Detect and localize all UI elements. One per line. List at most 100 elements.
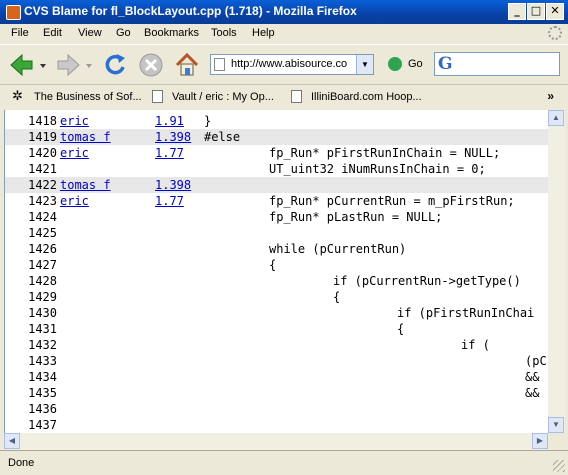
back-history-dropdown-icon[interactable] — [38, 51, 48, 79]
menu-file[interactable]: File — [11, 27, 29, 39]
back-button[interactable] — [8, 51, 36, 79]
bookmark-item-vault[interactable]: Vault / eric : My Op... — [172, 91, 274, 103]
scroll-right-icon[interactable]: ▶ — [532, 433, 548, 449]
search-field[interactable]: G — [434, 52, 560, 76]
source-code-line: if (pCurrentRun->getType() — [333, 274, 521, 288]
blame-row: 1428 if (pCurrentRun->getType() — [5, 273, 548, 289]
revision-link[interactable]: 1.398 — [155, 129, 191, 145]
source-code-line: fp_Run* pFirstRunInChain = NULL; — [269, 146, 501, 160]
line-number: 1424 — [28, 210, 57, 224]
go-label: Go — [408, 58, 423, 70]
line-number: 1420 — [28, 146, 57, 160]
google-search-engine-icon[interactable]: G — [438, 54, 453, 74]
line-number: 1418 — [28, 114, 57, 128]
resize-grip-icon[interactable] — [553, 460, 565, 472]
reload-button[interactable] — [101, 51, 129, 79]
home-button[interactable] — [173, 51, 201, 79]
blame-row: 1421 UT_uint32 iNumRunsInChain = 0; — [5, 161, 548, 177]
bookmarks-overflow-button[interactable]: » — [547, 89, 554, 103]
bookmark-item-business[interactable]: The Business of Sof... — [34, 91, 142, 103]
url-field[interactable]: http://www.abisource.co ▼ — [210, 54, 374, 75]
blame-row: 1430 if (pFirstRunInChai — [5, 305, 548, 321]
blame-row: 1420 eric 1.77 fp_Run* pFirstRunInChain = N… — [5, 145, 548, 161]
window-title: CVS Blame for fl_BlockLayout.cpp (1.718)… — [24, 4, 357, 18]
menu-help[interactable]: Help — [252, 27, 275, 39]
line-number: 1433 — [28, 354, 57, 368]
blame-row: 1434 && — [5, 369, 548, 385]
scroll-left-icon[interactable]: ◀ — [4, 433, 20, 449]
author-link[interactable]: tomas f — [60, 177, 111, 193]
blame-row: 1422 tomas f 1.398 — [5, 177, 548, 193]
scroll-up-icon[interactable]: ▲ — [548, 110, 564, 126]
status-bar: Done — [0, 450, 568, 475]
source-code-line: fp_Run* pCurrentRun = m_pFirstRun; — [269, 194, 515, 208]
stop-button[interactable] — [137, 51, 165, 79]
menu-bookmarks[interactable]: Bookmarks — [144, 27, 199, 39]
line-number: 1426 — [28, 242, 57, 256]
menu-tools[interactable]: Tools — [211, 27, 237, 39]
menu-view[interactable]: View — [78, 27, 102, 39]
blame-row: 1424 fp_Run* pLastRun = NULL; — [5, 209, 548, 225]
revision-link[interactable]: 1.77 — [155, 145, 184, 161]
window-title-bar[interactable]: CVS Blame for fl_BlockLayout.cpp (1.718)… — [0, 0, 568, 24]
blame-row: 1433 (pC — [5, 353, 548, 369]
line-number: 1430 — [28, 306, 57, 320]
line-number: 1429 — [28, 290, 57, 304]
forward-button[interactable] — [54, 51, 82, 79]
revision-link[interactable]: 1.91 — [155, 113, 184, 129]
scrollbar-corner — [548, 433, 565, 450]
author-link[interactable]: eric — [60, 193, 89, 209]
status-text: Done — [8, 457, 35, 469]
url-text: http://www.abisource.co — [231, 58, 348, 70]
source-code-line: { — [333, 290, 341, 304]
source-code-line: { — [397, 322, 405, 336]
blame-row: 1426 while (pCurrentRun) — [5, 241, 548, 257]
author-link[interactable]: eric — [60, 145, 89, 161]
blame-row: 1437 — [5, 417, 548, 433]
author-link[interactable]: tomas f — [60, 129, 111, 145]
blame-row: 1423 eric 1.77 fp_Run* pCurrentRun = m_pFir… — [5, 193, 548, 209]
line-number: 1425 — [28, 226, 57, 240]
close-button[interactable]: ✕ — [546, 3, 564, 20]
bookmark-bug-icon: ✲ — [12, 88, 23, 103]
line-number: 1422 — [28, 178, 57, 192]
blame-listing: 1418 eric 1.91} 1419 tomas f 1.398 #else 1420 er… — [4, 110, 548, 433]
minimize-button[interactable]: _ — [508, 3, 526, 20]
page-icon — [152, 90, 163, 103]
vertical-scrollbar[interactable]: ▲ ▼ — [548, 110, 565, 433]
blame-row: 1418 eric 1.91} — [5, 113, 548, 129]
revision-link[interactable]: 1.398 — [155, 177, 191, 193]
page-icon — [291, 90, 302, 103]
source-code-line: { — [269, 258, 277, 272]
menu-go[interactable]: Go — [116, 27, 131, 39]
source-code-line: fp_Run* pLastRun = NULL; — [269, 210, 443, 224]
line-number: 1428 — [28, 274, 57, 288]
source-code-line: UT_uint32 iNumRunsInChain = 0; — [269, 162, 486, 176]
throbber-icon — [548, 26, 562, 40]
line-number: 1437 — [28, 418, 57, 432]
blame-row: 1432 if ( — [5, 337, 548, 353]
blame-row: 1431 { — [5, 321, 548, 337]
source-code-line: #else — [204, 130, 241, 144]
navigation-toolbar: http://www.abisource.co ▼ Go G — [0, 44, 568, 84]
menu-edit[interactable]: Edit — [43, 27, 62, 39]
url-dropdown-icon[interactable]: ▼ — [356, 55, 373, 74]
blame-row: 1427 { — [5, 257, 548, 273]
author-link[interactable]: eric — [60, 113, 89, 129]
blame-row: 1419 tomas f 1.398 #else — [5, 129, 548, 145]
revision-link[interactable]: 1.77 — [155, 193, 184, 209]
line-number: 1432 — [28, 338, 57, 352]
bookmarks-toolbar: ✲ The Business of Sof... Vault / eric : … — [0, 84, 568, 110]
scroll-down-icon[interactable]: ▼ — [548, 417, 564, 433]
menu-bar: File Edit View Go Bookmarks Tools Help — [0, 24, 568, 44]
source-code-line: && — [525, 370, 540, 384]
cvs-app-icon — [6, 5, 21, 20]
forward-history-dropdown-icon[interactable] — [84, 51, 94, 79]
maximize-button[interactable]: □ — [527, 3, 545, 20]
bookmark-item-illiniboard[interactable]: IlliniBoard.com Hoop... — [311, 91, 422, 103]
page-icon — [214, 58, 225, 71]
blame-row: 1425 — [5, 225, 548, 241]
horizontal-scrollbar[interactable]: ◀ ▶ — [4, 433, 548, 450]
source-code-line: while (pCurrentRun) — [269, 242, 407, 256]
source-code-line: } — [204, 114, 212, 128]
